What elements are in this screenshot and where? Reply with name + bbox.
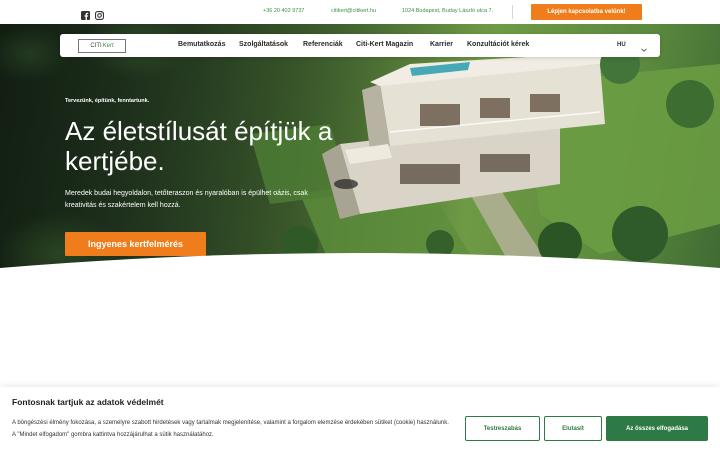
email-link[interactable]: citikert@citikert.hu <box>331 8 376 14</box>
topbar-divider <box>512 5 513 19</box>
hero-bottom-curve <box>0 253 720 290</box>
logo-text: CITI <box>90 43 102 49</box>
hero-subtext: Meredek budai hegyoldalon, tetőteraszon … <box>65 190 308 209</box>
top-bar: +36 20 403 9737 citikert@citikert.hu 102… <box>0 0 720 24</box>
nav-item-karrier[interactable]: Karrier <box>430 41 453 48</box>
contact-us-button[interactable]: Lépjen kapcsolatba velünk! <box>531 4 642 20</box>
language-selector[interactable]: HU <box>617 42 626 48</box>
hero-tagline: Tervezünk, építünk, fenntartunk. <box>65 98 150 104</box>
nav-item-bemutatkozas[interactable]: Bemutatkozás <box>178 41 225 48</box>
cookie-text: A böngészési élmény fokozása, a személyr… <box>12 420 449 438</box>
facebook-icon[interactable] <box>81 7 90 20</box>
cookie-banner: Fontosnak tartjuk az adatok védelmét A b… <box>0 387 720 450</box>
hero-section: Tervezünk, építünk, fenntartunk. Az élet… <box>0 24 720 282</box>
accept-all-button[interactable]: Az összes elfogadása <box>606 416 708 441</box>
chevron-down-icon[interactable] <box>640 41 648 52</box>
cookie-title: Fontosnak tartjuk az adatok védelmét <box>12 397 164 407</box>
address-link[interactable]: 1024 Budapest, Buday László utca 7. <box>402 8 493 14</box>
nav-item-konzultacio[interactable]: Konzultációt kérek <box>467 41 529 48</box>
instagram-icon[interactable] <box>95 7 105 21</box>
customize-button[interactable]: Testreszabás <box>465 416 540 441</box>
citikert-logo[interactable]: CITI Kert <box>78 39 126 53</box>
phone-link[interactable]: +36 20 403 9737 <box>263 8 304 14</box>
hero-headline: Az életstílusát építjük a kertjébe. <box>65 116 333 176</box>
nav-item-szolgaltatasok[interactable]: Szolgáltatások <box>239 41 288 48</box>
logo-script: Kert <box>102 43 114 49</box>
nav-item-magazin[interactable]: Citi-Kert Magazin <box>356 41 413 48</box>
reject-button[interactable]: Elutasít <box>544 416 602 441</box>
main-navigation: CITI Kert Bemutatkozás Szolgáltatások Ref… <box>60 34 660 57</box>
social-links <box>81 7 105 21</box>
nav-item-referenciak[interactable]: Referenciák <box>303 41 343 48</box>
